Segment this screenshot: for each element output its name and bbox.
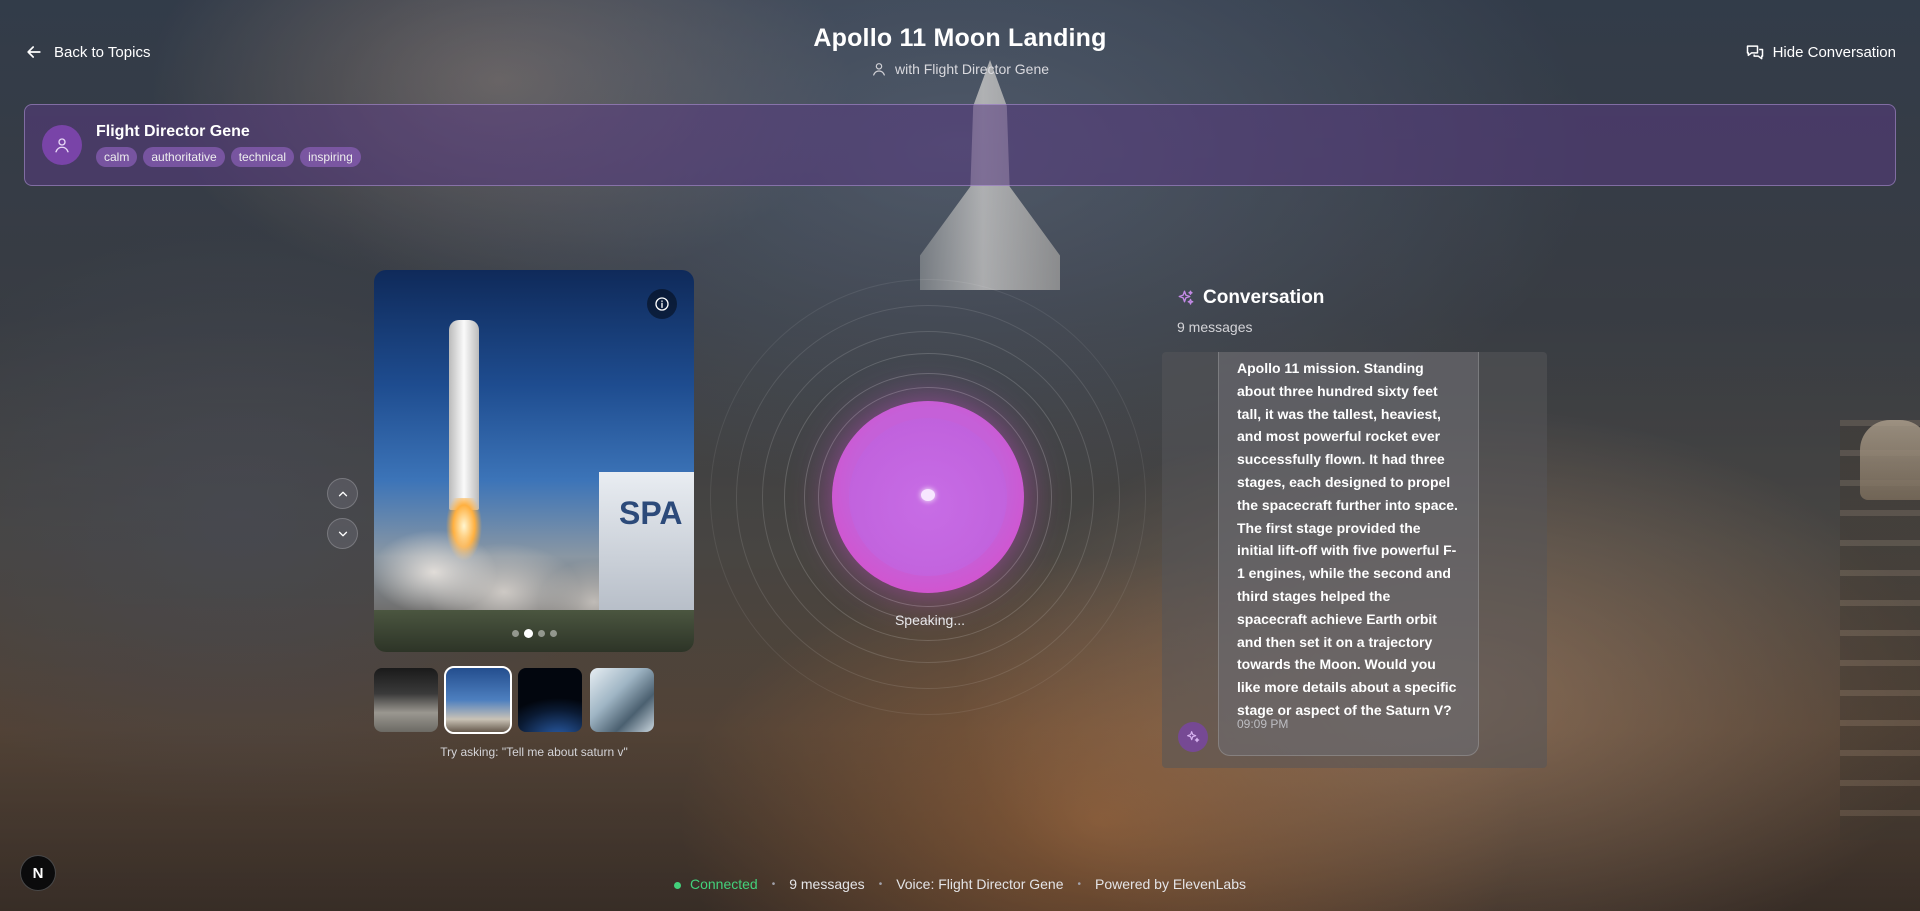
hide-conversation-label: Hide Conversation <box>1772 43 1896 61</box>
footer-powered-by: Powered by ElevenLabs <box>1095 876 1247 892</box>
background-tower <box>1840 420 1920 840</box>
assistant-avatar <box>1178 722 1208 752</box>
assistant-message-text: Apollo 11 mission. Standing about three … <box>1237 360 1458 718</box>
persona-tag: technical <box>230 147 295 167</box>
carousel-dots <box>374 629 694 638</box>
image-info-button[interactable] <box>647 289 677 319</box>
chevron-down-icon <box>338 531 347 536</box>
voice-orb-core <box>921 489 935 501</box>
thumbnail-moonwalk[interactable] <box>374 668 438 732</box>
sparkles-icon <box>1187 731 1200 743</box>
thumbnail-spacecraft[interactable] <box>590 668 654 732</box>
page-header: Apollo 11 Moon Landing with Flight Direc… <box>0 24 1920 82</box>
persona-tag: authoritative <box>143 147 225 167</box>
thumbnail-strip <box>374 666 654 734</box>
persona-tag: inspiring <box>300 147 361 167</box>
connection-status: Connected <box>673 876 758 892</box>
carousel-dot-active[interactable] <box>523 629 533 638</box>
voice-visualizer: Speaking... <box>710 268 1150 715</box>
separator: • <box>1077 878 1082 890</box>
message-timestamp: 09:09 PM <box>1237 717 1289 731</box>
persona-name: Flight Director Gene <box>96 123 250 140</box>
persona-tag: calm <box>96 147 138 167</box>
speaking-status: Speaking... <box>894 612 966 628</box>
voice-orb[interactable] <box>832 401 1024 593</box>
try-asking-hint: Try asking: "Tell me about saturn v" <box>440 745 628 759</box>
carousel-dot[interactable] <box>511 630 519 637</box>
persona-avatar <box>42 125 82 165</box>
footer-voice: Voice: Flight Director Gene <box>896 876 1064 892</box>
media-image[interactable]: SPA <box>374 270 694 652</box>
page-subtitle: with Flight Director Gene <box>871 61 1049 77</box>
chat-bubbles-icon <box>1746 45 1763 60</box>
hide-conversation-button[interactable]: Hide Conversation <box>1745 42 1896 62</box>
persona-card: Flight Director Gene calm authoritative … <box>24 104 1896 186</box>
thumbnail-earth-night[interactable] <box>518 668 582 732</box>
carousel-dot[interactable] <box>537 630 545 637</box>
sparkles-icon <box>1178 290 1194 305</box>
assistant-message: Apollo 11 mission. Standing about three … <box>1218 352 1479 756</box>
hangar-building <box>599 472 694 612</box>
carousel-dot[interactable] <box>549 630 557 637</box>
subtitle-text: with Flight Director Gene <box>894 61 1050 77</box>
page-title: Apollo 11 Moon Landing <box>813 24 1107 52</box>
conversation-title: Conversation <box>1177 287 1324 309</box>
separator: • <box>878 878 883 890</box>
thumbnail-rocket-launch[interactable] <box>444 666 512 734</box>
conversation-messages[interactable]: Apollo 11 mission. Standing about three … <box>1162 352 1547 768</box>
conversation-header: Conversation 9 messages <box>1177 287 1324 335</box>
user-icon <box>873 63 885 76</box>
info-icon <box>655 297 669 311</box>
connection-status-text: Connected <box>689 876 758 892</box>
status-footer: Connected • 9 messages • Voice: Flight D… <box>0 876 1920 892</box>
background-water-tank <box>1860 420 1920 500</box>
next-image-button[interactable] <box>327 518 358 549</box>
status-dot <box>673 881 681 889</box>
persona-tags: calm authoritative technical inspiring <box>96 147 361 167</box>
chevron-up-icon <box>338 491 347 496</box>
rocket-illustration <box>449 320 479 510</box>
hangar-lettering: SPA <box>619 495 683 531</box>
previous-image-button[interactable] <box>327 478 358 509</box>
conversation-count: 9 messages <box>1177 319 1253 335</box>
separator: • <box>771 878 776 890</box>
footer-message-count: 9 messages <box>789 876 865 892</box>
conversation-title-text: Conversation <box>1203 287 1325 308</box>
user-icon <box>55 138 69 153</box>
